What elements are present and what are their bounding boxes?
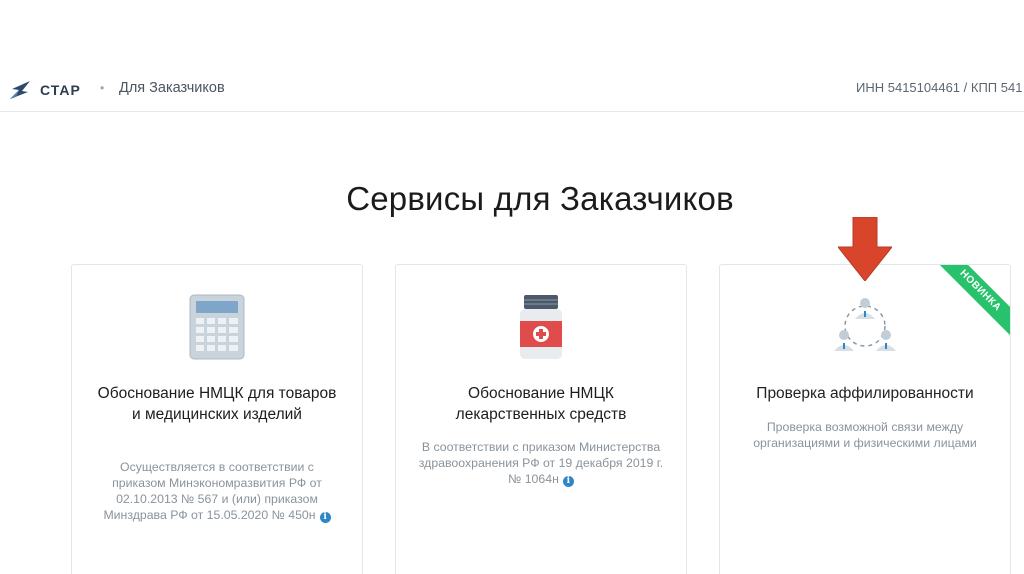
- calculator-icon: [189, 294, 245, 360]
- star-logo-icon: [10, 81, 30, 99]
- card-description: Проверка возможной связи между организац…: [753, 420, 977, 450]
- people-network-icon: [834, 298, 896, 351]
- card-title: Обоснование НМЦК лекарственных средств: [455, 385, 627, 423]
- card-description-text: В соответствии с приказом Министерства з…: [418, 440, 664, 486]
- section-link-customers[interactable]: Для Заказчиков: [119, 80, 225, 96]
- card-description: Осуществляется в соответствии с приказом…: [94, 459, 340, 523]
- card-title: Проверка аффилированности: [756, 385, 974, 402]
- service-card-nmck-medicines[interactable]: Обоснование НМЦК лекарственных средств В…: [395, 264, 687, 574]
- organization-info: ИНН 5415104461 / КПП 541: [856, 80, 1023, 95]
- brand-name: СТАР: [40, 82, 81, 98]
- service-card-affiliation-check[interactable]: НОВИНКА Проверка аффилированности Провер…: [719, 264, 1011, 574]
- service-card-nmck-goods[interactable]: Обоснование НМЦК для товаров и медицинск…: [71, 264, 363, 574]
- new-badge-ribbon: НОВИНКА: [930, 265, 1010, 345]
- card-title: Обоснование НМЦК для товаров и медицинск…: [97, 385, 337, 423]
- page-title: Сервисы для Заказчиков: [346, 180, 734, 217]
- medicine-bottle-icon: [520, 295, 562, 359]
- info-icon[interactable]: i: [319, 512, 331, 523]
- breadcrumb-separator: •: [100, 81, 105, 95]
- card-description-text: Осуществляется в соответствии с приказом…: [103, 460, 322, 522]
- red-arrow-icon: [838, 217, 892, 281]
- info-icon[interactable]: i: [562, 476, 574, 487]
- card-description: В соответствии с приказом Министерства з…: [418, 439, 664, 487]
- top-navigation-bar: СТАР • Для Заказчиков ИНН 5415104461 / К…: [0, 66, 1024, 112]
- new-badge: НОВИНКА: [930, 265, 1010, 341]
- brand-logo-link[interactable]: СТАР: [8, 78, 81, 102]
